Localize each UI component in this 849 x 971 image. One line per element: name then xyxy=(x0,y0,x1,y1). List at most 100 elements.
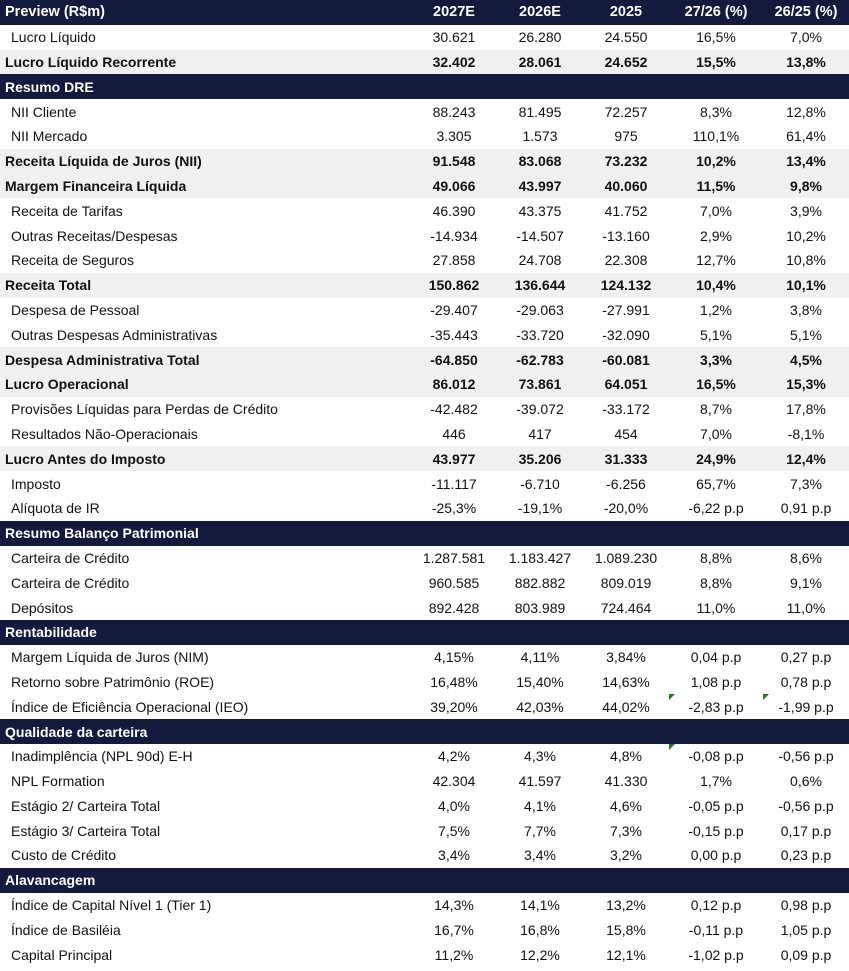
value-cell: 11,2% xyxy=(434,946,474,963)
value-cell: 3,8% xyxy=(790,301,822,318)
value-cell xyxy=(763,619,849,645)
value-cell: 86.012 xyxy=(411,371,497,397)
row-label: Despesa Administrativa Total xyxy=(0,347,411,372)
row-label: Lucro Líquido xyxy=(11,29,96,46)
value-cell: 960.585 xyxy=(428,574,480,591)
value-cell: 13,8% xyxy=(763,49,849,75)
value-cell: 3,84% xyxy=(606,649,646,666)
value-cell: 2025 xyxy=(583,0,669,25)
value-cell: 1.089.230 xyxy=(594,549,658,566)
value-cell: 4,3% xyxy=(524,748,556,765)
row-label: Margem Líquida de Juros (NIM) xyxy=(11,649,209,666)
value-cell: 15,8% xyxy=(606,921,646,938)
value-cell: 1,2% xyxy=(700,301,732,318)
value-cell: 27.858 xyxy=(432,252,476,269)
value-cell: 27/26 (%) xyxy=(669,0,763,25)
value-cell: 7,5% xyxy=(438,822,470,839)
table-row: NPL Formation 42.304 41.597 41.330 1,7% 0,6% xyxy=(0,769,849,794)
value-cell: 803.989 xyxy=(514,599,566,616)
value-cell xyxy=(583,719,669,744)
value-cell: 12,8% xyxy=(786,103,826,120)
value-cell: 7,0% xyxy=(790,29,822,46)
table-row: Custo de Crédito 3,4% 3,4% 3,2% 0,00 p.p 0,23… xyxy=(0,843,849,868)
value-cell xyxy=(669,719,763,744)
table-row: Margem Líquida de Juros (NIM) 4,15% 4,11% 3… xyxy=(0,645,849,670)
table-row: Resultados Não-Operacionais 446 417 454 7,0%… xyxy=(0,422,849,447)
value-cell: 42,03% xyxy=(516,698,564,715)
value-cell: 136.644 xyxy=(497,272,583,298)
value-cell: -29.407 xyxy=(430,301,478,318)
value-cell: 16,5% xyxy=(669,371,763,397)
value-cell: -6.710 xyxy=(520,475,560,492)
value-cell: 14,3% xyxy=(434,897,474,914)
value-cell xyxy=(411,619,497,645)
row-label: Provisões Líquidas para Perdas de Crédit… xyxy=(11,401,278,418)
table-row: Lucro Líquido 30.621 26.280 24.550 16,5% 7,0% xyxy=(0,25,849,50)
value-cell xyxy=(763,520,849,546)
value-cell: 0,23 p.p xyxy=(780,847,832,864)
row-label: NII Cliente xyxy=(11,103,77,120)
value-cell: 124.132 xyxy=(583,272,669,298)
row-label: Despesa de Pessoal xyxy=(11,301,140,318)
value-cell: 1.573 xyxy=(522,128,558,145)
table-row: Carteira de Crédito 1.287.581 1.183.427 1.0… xyxy=(0,546,849,571)
value-cell: -6.256 xyxy=(606,475,646,492)
row-label: Outras Receitas/Despesas xyxy=(11,227,178,244)
value-cell xyxy=(669,520,763,546)
value-cell: 16,48% xyxy=(430,673,478,690)
value-cell: 14,1% xyxy=(520,897,560,914)
value-cell: 1.287.581 xyxy=(422,549,486,566)
value-cell: 4,1% xyxy=(524,797,556,814)
value-cell: 1.183.427 xyxy=(508,549,572,566)
row-label: Estágio 3/ Carteira Total xyxy=(11,822,161,839)
value-cell: 10,4% xyxy=(669,272,763,298)
value-cell: 73.861 xyxy=(497,371,583,397)
value-cell: 61,4% xyxy=(786,128,826,145)
value-cell: -39.072 xyxy=(516,401,564,418)
value-cell: 72.257 xyxy=(604,103,648,120)
value-cell: 83.068 xyxy=(497,148,583,174)
value-cell: 11,5% xyxy=(669,173,763,199)
row-label: Depósitos xyxy=(11,599,74,616)
row-label: Lucro Líquido Recorrente xyxy=(0,49,411,75)
value-cell: 7,0% xyxy=(700,425,732,442)
value-cell: 8,3% xyxy=(700,103,732,120)
row-label: Índice de Capital Nível 1 (Tier 1) xyxy=(11,897,212,914)
value-cell: 8,7% xyxy=(700,401,732,418)
table-row: Despesa de Pessoal -29.407 -29.063 -27.991 1… xyxy=(0,298,849,323)
row-label: Rentabilidade xyxy=(0,619,411,645)
value-cell xyxy=(497,520,583,546)
value-cell: 15,5% xyxy=(669,49,763,75)
row-label: Qualidade da carteira xyxy=(0,719,411,744)
value-cell xyxy=(583,520,669,546)
value-cell: 7,0% xyxy=(700,202,732,219)
value-cell: 8,6% xyxy=(790,549,822,566)
value-cell: 0,98 p.p xyxy=(780,897,832,914)
value-cell: 0,12 p.p xyxy=(690,897,742,914)
value-cell: 14,63% xyxy=(602,673,650,690)
row-label: Inadimplência (NPL 90d) E-H xyxy=(11,748,193,765)
value-cell: 4,15% xyxy=(434,649,474,666)
value-cell: -33.720 xyxy=(516,326,564,343)
row-label: Receita Total xyxy=(0,272,411,298)
value-cell: -0,11 p.p xyxy=(688,921,744,938)
value-cell: -0,56 p.p xyxy=(778,748,834,765)
section-header-row: Resumo DRE xyxy=(0,74,849,100)
value-cell: 41.752 xyxy=(604,202,648,219)
value-cell: 150.862 xyxy=(411,272,497,298)
value-cell: 1,05 p.p xyxy=(780,921,832,938)
value-cell: 16,7% xyxy=(434,921,474,938)
value-cell: 81.495 xyxy=(518,103,562,120)
row-label: Margem Financeira Líquida xyxy=(0,173,411,199)
value-cell: 10,2% xyxy=(669,148,763,174)
value-cell: 7,3% xyxy=(790,475,822,492)
value-cell: 17,8% xyxy=(786,401,826,418)
value-cell: 32.402 xyxy=(411,49,497,75)
value-cell: 7,3% xyxy=(610,822,642,839)
subtotal-row: Receita Líquida de Juros (NII) 91.548 83.0… xyxy=(0,148,849,174)
value-cell: -20,0% xyxy=(603,500,649,517)
value-cell: -0,08 p.p xyxy=(669,743,763,769)
value-cell: 12,7% xyxy=(696,252,736,269)
value-cell: 44,02% xyxy=(602,698,650,715)
value-cell: -35.443 xyxy=(430,326,478,343)
